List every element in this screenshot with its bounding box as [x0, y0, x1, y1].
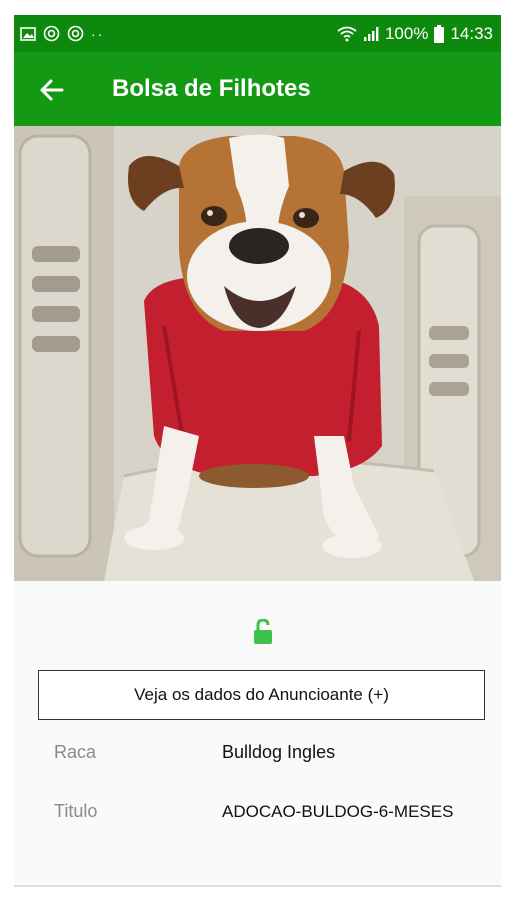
status-system: 100% 14:33: [337, 24, 493, 44]
detail-label-title: Titulo: [54, 801, 98, 821]
wifi-icon: [337, 26, 357, 42]
status-notifications: ··: [20, 25, 104, 42]
battery-percent: 100%: [384, 24, 429, 43]
detail-value-breed: Bulldog Ingles: [222, 742, 336, 762]
app-bar: Bolsa de Filhotes: [14, 52, 501, 126]
bottom-divider: [14, 885, 501, 887]
image-icon: [20, 26, 36, 41]
phone-screen: ·· 100% 14:33 Bolsa de Filhotes Veja os …: [14, 15, 501, 887]
clock: 14:33: [450, 24, 493, 43]
detail-value-title: ADOCAO-BULDOG-6-MESES: [222, 802, 454, 821]
unlock-icon: [254, 619, 272, 644]
battery-icon: [434, 25, 445, 43]
sync-icon: [43, 25, 60, 42]
more-notifications-dots: ··: [91, 25, 105, 42]
advertiser-data-button[interactable]: Veja os dados do Anuncioante (+): [38, 670, 485, 720]
back-arrow-icon[interactable]: [38, 76, 66, 104]
detail-label-breed: Raca: [54, 742, 97, 762]
page-title: Bolsa de Filhotes: [112, 75, 311, 102]
puppy-photo: [14, 126, 501, 581]
sync-icon: [67, 25, 84, 42]
status-bar: ·· 100% 14:33: [14, 15, 501, 52]
signal-icon: [363, 27, 379, 41]
